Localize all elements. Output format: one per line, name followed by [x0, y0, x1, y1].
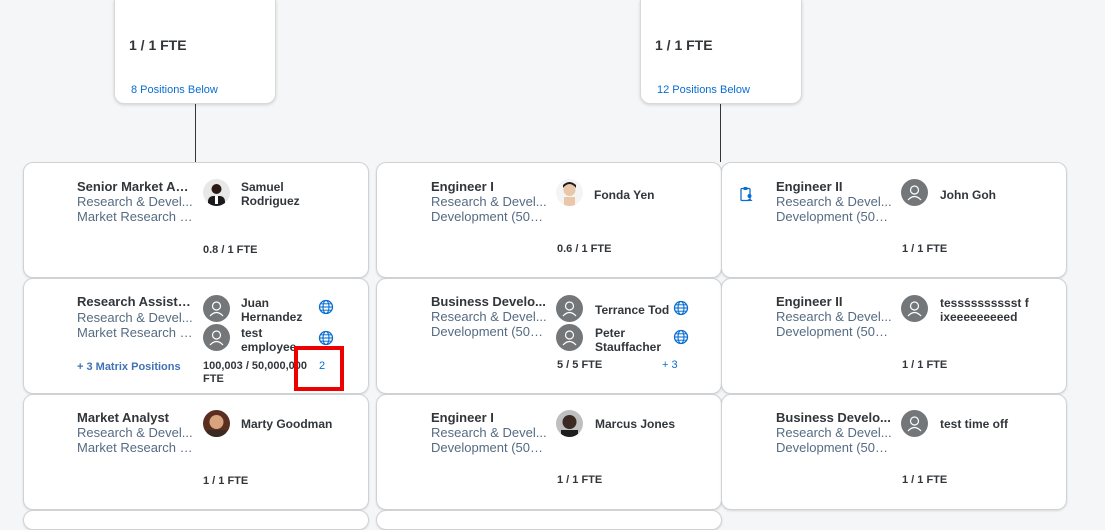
position-card[interactable]: Engineer I Research & Devel... Developme… — [376, 394, 722, 510]
position-title: Engineer I — [431, 410, 494, 425]
globe-icon[interactable] — [318, 299, 334, 315]
fte-value: 5 / 5 FTE — [557, 359, 603, 371]
position-department: Research & Devel... — [776, 425, 892, 440]
position-department: Research & Devel... — [431, 309, 547, 324]
globe-icon[interactable] — [318, 330, 334, 346]
globe-icon[interactable] — [673, 300, 689, 316]
matrix-positions-link[interactable]: + 3 Matrix Positions — [77, 361, 181, 373]
position-subunit: Development (500... — [431, 209, 548, 224]
person-placeholder-icon[interactable] — [901, 410, 928, 437]
employee-name[interactable]: Samuel Rodriguez — [241, 180, 321, 208]
position-title: Business Develo... — [776, 410, 891, 425]
person-placeholder-icon[interactable] — [556, 324, 583, 351]
position-department: Research & Devel... — [776, 309, 892, 324]
position-title: Market Analyst — [77, 410, 169, 425]
employee-name[interactable]: test time off — [940, 417, 1050, 431]
position-subunit: Market Research (... — [77, 209, 194, 224]
employee-photo-avatar[interactable] — [556, 410, 583, 437]
position-card[interactable]: Engineer I Research & Devel... Developme… — [376, 162, 722, 278]
position-card[interactable]: Business Develo... Research & Devel... D… — [376, 278, 722, 394]
position-card-partial[interactable] — [376, 510, 722, 530]
person-placeholder-icon[interactable] — [556, 295, 583, 322]
positions-below-link[interactable]: 12 Positions Below — [657, 84, 750, 96]
globe-icon[interactable] — [673, 329, 689, 345]
employee-photo-avatar[interactable] — [203, 410, 230, 437]
fte-value: 1 / 1 FTE — [557, 474, 603, 486]
position-subunit: Market Research (... — [77, 440, 194, 455]
position-subunit: Development (500... — [776, 324, 893, 339]
clipboard-icon[interactable] — [738, 186, 754, 207]
top-node-card-2[interactable]: 1 / 1 FTE 12 Positions Below — [640, 0, 802, 104]
position-subunit: Market Research (... — [77, 325, 194, 340]
position-title: Senior Market An... — [77, 179, 194, 194]
position-subunit: Development (500... — [776, 209, 893, 224]
highlight-box — [294, 346, 344, 391]
employee-name[interactable]: Juan Hernandez — [241, 296, 307, 324]
position-card[interactable]: Senior Market An... Research & Devel... … — [23, 162, 369, 278]
position-card[interactable]: Engineer II Research & Devel... Developm… — [721, 162, 1067, 278]
more-employees-link[interactable]: + 3 — [662, 359, 678, 371]
fte-value: 1 / 1 FTE — [203, 475, 249, 487]
person-placeholder-icon[interactable] — [901, 295, 928, 322]
position-title: Business Develo... — [431, 294, 546, 309]
employee-photo-avatar[interactable] — [203, 179, 230, 206]
fte-value: 1 / 1 FTE — [902, 243, 948, 255]
top-node-fte: 1 / 1 FTE — [655, 37, 713, 53]
position-card[interactable]: Market Analyst Research & Devel... Marke… — [23, 394, 369, 510]
position-title: Engineer I — [431, 179, 494, 194]
position-card[interactable]: Engineer II Research & Devel... Developm… — [721, 278, 1067, 394]
top-node-fte: 1 / 1 FTE — [129, 37, 187, 53]
person-placeholder-icon[interactable] — [901, 179, 928, 206]
position-department: Research & Devel... — [431, 425, 547, 440]
employee-name[interactable]: Marty Goodman — [241, 417, 351, 431]
person-placeholder-icon[interactable] — [203, 295, 230, 322]
fte-value: 1 / 1 FTE — [902, 474, 948, 486]
fte-value: 0.6 / 1 FTE — [557, 243, 612, 255]
position-card-partial[interactable] — [23, 510, 369, 530]
connector-line — [195, 104, 196, 162]
position-department: Research & Devel... — [776, 194, 892, 209]
position-title: Engineer II — [776, 179, 843, 194]
position-department: Research & Devel... — [77, 310, 193, 325]
employee-name[interactable]: Fonda Yen — [594, 188, 704, 202]
position-department: Research & Devel... — [77, 194, 193, 209]
position-subunit: Development (500... — [431, 324, 548, 339]
position-department: Research & Devel... — [431, 194, 547, 209]
employee-name[interactable]: Peter Stauffacher — [595, 326, 671, 354]
position-department: Research & Devel... — [77, 425, 193, 440]
employee-name[interactable]: Marcus Jones — [595, 417, 705, 431]
position-card[interactable]: Business Develo... Research & Devel... D… — [721, 394, 1067, 510]
position-subunit: Development (500... — [431, 440, 548, 455]
employee-name[interactable]: tesssssssssst fixeeeeeeeeed — [940, 296, 1030, 324]
fte-value: 0.8 / 1 FTE — [203, 244, 258, 256]
position-title: Engineer II — [776, 294, 843, 309]
positions-below-link[interactable]: 8 Positions Below — [131, 84, 218, 96]
employee-name[interactable]: John Goh — [940, 188, 1050, 202]
fte-value: 1 / 1 FTE — [902, 359, 948, 371]
employee-photo-avatar[interactable] — [556, 179, 583, 206]
person-placeholder-icon[interactable] — [203, 324, 230, 351]
position-subunit: Development (500... — [776, 440, 893, 455]
top-node-card-1[interactable]: 1 / 1 FTE 8 Positions Below — [114, 0, 276, 104]
employee-name[interactable]: Terrance Tod — [595, 303, 675, 317]
position-title: Research Assistant — [77, 294, 194, 309]
connector-line — [720, 104, 721, 162]
